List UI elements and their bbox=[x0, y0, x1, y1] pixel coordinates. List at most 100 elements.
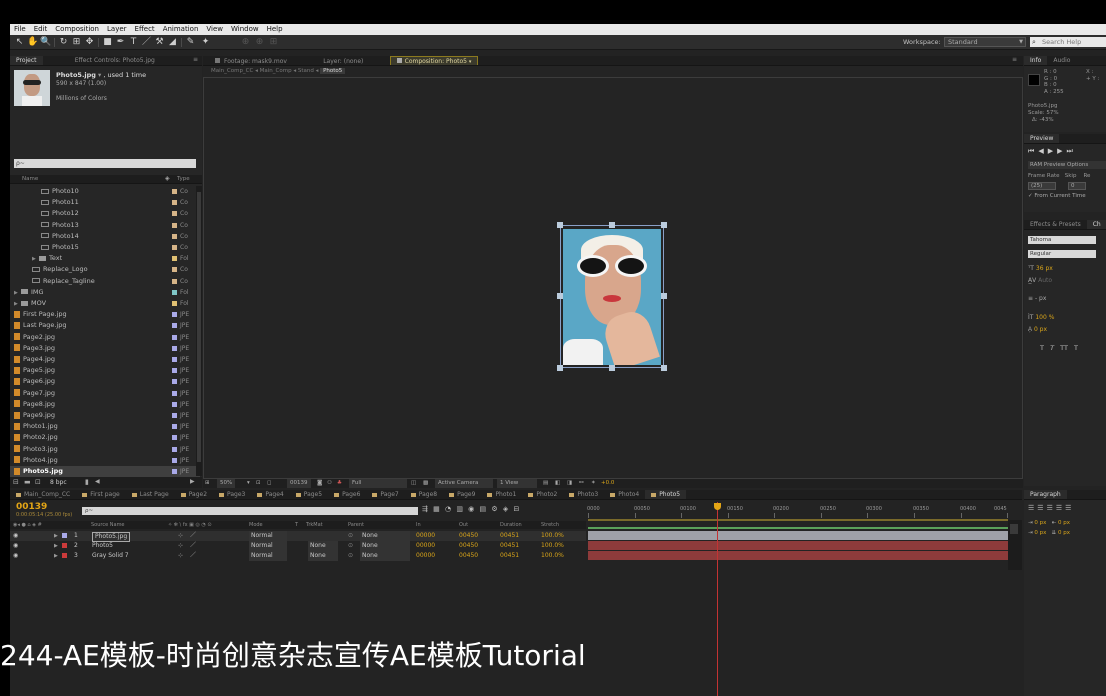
menu-view[interactable]: View bbox=[202, 24, 227, 35]
timeline-tab[interactable]: Photo2 bbox=[522, 490, 563, 499]
transform-handle[interactable] bbox=[609, 222, 615, 228]
project-item[interactable]: Page5.jpg JPE bbox=[10, 365, 200, 376]
label-color-swatch[interactable] bbox=[172, 222, 177, 228]
rotate-tool-icon[interactable]: ↻ bbox=[58, 37, 69, 48]
from-current-time-checkbox[interactable]: ✓ From Current Time bbox=[1028, 193, 1086, 199]
project-item[interactable]: Photo3.jpg JPE bbox=[10, 444, 200, 455]
shy-layers-icon[interactable]: ◔ bbox=[445, 505, 451, 513]
space-after-value[interactable]: 0 px bbox=[1058, 530, 1070, 536]
comp-mini-flowchart-icon[interactable]: ⇶ bbox=[422, 505, 428, 513]
indent-left-value[interactable]: 0 px bbox=[1034, 520, 1046, 526]
font-style-select[interactable]: Regular bbox=[1028, 250, 1096, 258]
clone-stamp-tool-icon[interactable]: ⚒ bbox=[154, 37, 165, 48]
parent-pickwhip-icon[interactable]: ⊙ bbox=[348, 541, 353, 551]
layer-source-name[interactable]: Gray Solid 7 bbox=[92, 551, 129, 561]
layer-in-point[interactable]: 00000 bbox=[416, 551, 435, 561]
timeline-search-input[interactable]: ρ~ bbox=[82, 507, 418, 515]
menu-layer[interactable]: Layer bbox=[103, 24, 131, 35]
project-item[interactable]: Photo4.jpg JPE bbox=[10, 455, 200, 466]
faux-bold-button[interactable]: T bbox=[1040, 344, 1044, 352]
search-help-input[interactable]: ⌕ Search Help bbox=[1030, 37, 1106, 47]
timeline-tab[interactable]: Page9 bbox=[443, 490, 481, 499]
layer-duration[interactable]: 00451 bbox=[500, 551, 519, 561]
faux-italic-button[interactable]: T bbox=[1050, 344, 1054, 352]
project-item[interactable]: Page8.jpg JPE bbox=[10, 399, 200, 410]
workspace-select[interactable]: Standard ▼ bbox=[944, 37, 1026, 47]
project-search-input[interactable]: ρ~ bbox=[14, 159, 196, 168]
project-scrollbar[interactable] bbox=[196, 186, 202, 476]
project-item[interactable]: Photo11 Co bbox=[10, 197, 200, 208]
font-family-select[interactable]: Tahoma bbox=[1028, 236, 1096, 244]
transparency-grid-icon[interactable]: ▩ bbox=[423, 479, 428, 488]
draft-3d-icon[interactable]: ▦ bbox=[433, 505, 440, 513]
tab-project[interactable]: Project bbox=[10, 56, 43, 65]
expand-triangle-icon[interactable]: ▶ bbox=[54, 541, 58, 551]
safe-zones-icon[interactable]: ⊡ bbox=[256, 479, 261, 488]
eraser-tool-icon[interactable]: ◢ bbox=[167, 37, 178, 48]
label-color-swatch[interactable] bbox=[172, 245, 177, 250]
project-item[interactable]: Photo14 Co bbox=[10, 231, 200, 242]
col-mode[interactable]: Mode bbox=[249, 521, 263, 529]
timeline-layer-row[interactable]: ◉ ▶ 2 Photo5 ⊹ ／ Normal None ⊙ None 00000 00450 0045… bbox=[10, 541, 586, 551]
bit-depth-button[interactable]: 8 bpc bbox=[50, 479, 67, 486]
panel-menu-icon[interactable]: ≡ bbox=[193, 56, 198, 63]
project-item[interactable]: Photo12 Co bbox=[10, 208, 200, 219]
label-color-swatch[interactable] bbox=[172, 435, 177, 441]
resolution-select[interactable]: Full bbox=[349, 479, 407, 488]
label-color-swatch[interactable] bbox=[172, 312, 177, 318]
project-item[interactable]: Last Page.jpg JPE bbox=[10, 320, 200, 331]
layer-parent-select[interactable]: None bbox=[360, 551, 410, 561]
label-color-swatch[interactable] bbox=[172, 256, 177, 262]
mask-visibility-icon[interactable]: ◻ bbox=[267, 479, 272, 488]
layer-label-color[interactable] bbox=[62, 533, 67, 538]
layer-mode-select[interactable]: Normal bbox=[249, 541, 287, 551]
col-duration[interactable]: Duration bbox=[500, 521, 522, 529]
timeline-tab[interactable]: Photo1 bbox=[481, 490, 522, 499]
frame-rate-select[interactable]: (25) bbox=[1028, 182, 1056, 190]
label-color-swatch[interactable] bbox=[172, 357, 177, 362]
layer-label-color[interactable] bbox=[62, 553, 67, 558]
layer-duration-bar[interactable] bbox=[588, 551, 1008, 560]
scroll-right-icon[interactable]: ▶ bbox=[190, 478, 195, 485]
align-center-icon[interactable]: ☰ bbox=[1037, 504, 1046, 512]
exposure-value[interactable]: +0.0 bbox=[601, 479, 614, 488]
breadcrumb-stand[interactable]: Stand bbox=[298, 68, 314, 74]
tab-layer[interactable]: Layer: (none) bbox=[317, 57, 369, 65]
timeline-current-time[interactable]: 00139 bbox=[16, 502, 47, 512]
timeline-tab[interactable]: Page2 bbox=[175, 490, 213, 499]
previous-frame-icon[interactable]: ◀ bbox=[1038, 147, 1047, 155]
justify-all-icon[interactable]: ☰ bbox=[1065, 504, 1074, 512]
transform-handle[interactable] bbox=[557, 365, 563, 371]
pan-behind-tool-icon[interactable]: ✥ bbox=[84, 37, 95, 48]
new-comp-icon[interactable]: ⊡ bbox=[35, 478, 41, 486]
quality-switch-icon[interactable]: ／ bbox=[190, 551, 196, 561]
col-stretch[interactable]: Stretch bbox=[541, 521, 559, 529]
play-icon[interactable]: ▶ bbox=[1048, 147, 1057, 155]
timeline-icon[interactable]: ◨ bbox=[567, 479, 572, 488]
layer-trkmat-select[interactable]: None bbox=[308, 551, 338, 561]
transform-handle[interactable] bbox=[661, 222, 667, 228]
label-color-swatch[interactable] bbox=[172, 301, 177, 306]
breadcrumb-photo5[interactable]: Photo5 bbox=[320, 68, 346, 74]
label-color-swatch[interactable] bbox=[172, 345, 177, 351]
project-item[interactable]: Page4.jpg JPE bbox=[10, 354, 200, 365]
layer-source-name[interactable]: Photo5 bbox=[92, 541, 113, 551]
label-color-swatch[interactable] bbox=[172, 323, 177, 329]
tab-effect-controls[interactable]: Effect Controls: Photo5.jpg bbox=[69, 56, 161, 65]
visibility-eye-icon[interactable]: ◉ bbox=[13, 551, 18, 561]
pen-tool-icon[interactable]: ✒ bbox=[115, 37, 126, 48]
brush-tool-icon[interactable]: ／ bbox=[141, 37, 152, 48]
panel-menu-icon[interactable]: ≡ bbox=[1012, 56, 1017, 63]
graph-editor-icon[interactable]: ▤ bbox=[480, 505, 487, 513]
project-item[interactable]: Photo10 Co bbox=[10, 186, 200, 197]
timeline-tab[interactable]: First page bbox=[76, 490, 126, 499]
project-item[interactable]: ▶ MOV Fol bbox=[10, 298, 200, 309]
zoom-tool-icon[interactable]: 🔍 bbox=[40, 37, 51, 48]
label-color-swatch[interactable] bbox=[172, 200, 177, 206]
layer-bounding-box[interactable] bbox=[560, 225, 664, 368]
layer-stretch[interactable]: 100.0% bbox=[541, 541, 564, 551]
shy-switch-icon[interactable]: ⊹ bbox=[178, 551, 183, 561]
stroke-value[interactable]: - px bbox=[1035, 295, 1046, 302]
label-color-swatch[interactable] bbox=[172, 211, 177, 217]
layer-stretch[interactable]: 100.0% bbox=[541, 531, 564, 541]
